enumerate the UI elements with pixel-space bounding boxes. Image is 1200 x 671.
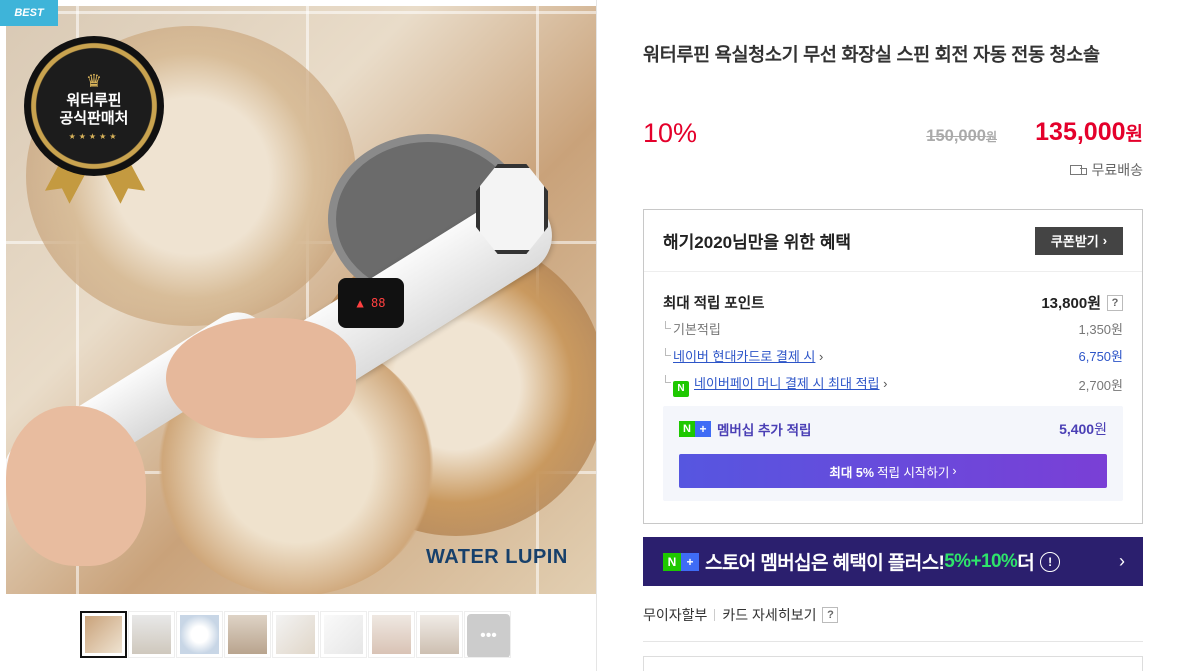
chevron-right-icon: ›: [883, 376, 888, 391]
membership-value: 5,400원: [1059, 419, 1107, 439]
naver-plus-icon: N +: [679, 421, 711, 437]
shipping-info: 무료배송: [1070, 160, 1143, 180]
points-row-label: 기본적립: [663, 319, 721, 338]
brand-watermark-text: WATER LUPIN: [426, 546, 568, 568]
divider: [714, 609, 716, 621]
naver-pay-icon: N: [673, 380, 689, 397]
chevron-right-icon: ›: [1102, 233, 1108, 248]
hand-image: [166, 318, 356, 438]
chevron-right-icon: ›: [1119, 551, 1125, 571]
card-link[interactable]: 네이버 현대카드로 결제 시: [673, 349, 815, 364]
help-icon[interactable]: ?: [1107, 294, 1123, 311]
installment-label: 무이자할부: [643, 607, 708, 623]
thumbnail[interactable]: [320, 611, 367, 658]
product-title: 워터루핀 욕실청소기 무선 화장실 스핀 회전 자동 전동 청소솔: [643, 44, 1100, 65]
divider: [643, 641, 1143, 642]
more-dots-icon: •••: [467, 613, 510, 657]
points-row-value: 1,350원: [1078, 322, 1124, 337]
points-row-value: 6,750원: [1078, 349, 1124, 364]
membership-value-number: 5,400: [1059, 421, 1095, 437]
shipping-label: 무료배송: [1091, 162, 1143, 178]
truck-icon: [1070, 164, 1088, 176]
badge-stars: ★★★★★: [68, 131, 120, 141]
max-points-value-wrap: 13,800원 ?: [1041, 292, 1123, 313]
discount-rate: 10%: [643, 118, 698, 148]
points-row-card: 네이버 현대카드로 결제 시 › 6,750원: [663, 346, 1123, 365]
chevron-right-icon: ›: [952, 464, 957, 478]
badge-seal: ♛ 워터루핀 공식판매처 ★★★★★: [24, 36, 164, 176]
max-points-label: 최대 적립 포인트: [663, 296, 765, 312]
points-row-npay: N 네이버페이 머니 결제 시 최대 적립 › 2,700원: [663, 373, 1123, 397]
thumbnail-more[interactable]: •••: [464, 611, 511, 658]
npay-link[interactable]: 네이버페이 머니 결제 시 최대 적립: [694, 376, 880, 391]
points-row-card-label[interactable]: 네이버 현대카드로 결제 시 ›: [663, 346, 823, 365]
plus-banner-highlight: 5%+10%: [944, 550, 1018, 572]
benefit-title: 해기2020님만을 위한 혜택: [663, 233, 852, 252]
crown-icon: ♛: [85, 70, 103, 91]
coupon-button-label: 쿠폰받기: [1050, 234, 1099, 249]
benefit-header: 해기2020님만을 위한 혜택 쿠폰받기 ›: [644, 210, 1142, 272]
points-row-basic: 기본적립 1,350원: [663, 319, 1123, 338]
main-product-image[interactable]: ▲ 88 ♛ 워터루핀 공식판매처 ★★★★★ WATER LUPIN: [6, 6, 596, 594]
membership-start-button[interactable]: 최대 5% 적립 시작하기 ›: [679, 454, 1107, 488]
card-detail-link[interactable]: 카드 자세히보기: [722, 605, 816, 625]
sale-price-value: 135,000: [1035, 118, 1126, 146]
thumbnail[interactable]: [176, 611, 223, 658]
hand-image: [6, 406, 146, 566]
info-icon[interactable]: !: [1040, 551, 1061, 572]
thumbnail[interactable]: [224, 611, 271, 658]
benefit-box: 해기2020님만을 위한 혜택 쿠폰받기 › 최대 적립 포인트 13,800원…: [643, 209, 1143, 524]
installment-row: 무이자할부 카드 자세히보기 ?: [643, 605, 839, 625]
original-price-unit: 원: [985, 130, 997, 144]
next-section-box: [643, 656, 1143, 671]
max-points-row: 최대 적립 포인트 13,800원 ?: [663, 292, 1123, 313]
coupon-button[interactable]: 쿠폰받기 ›: [1035, 226, 1123, 255]
plus-banner-text: 스토어 멤버십은 혜택이 플러스!: [705, 553, 945, 574]
brand-watermark: WATER LUPIN: [426, 546, 568, 569]
membership-value-unit: 원: [1094, 421, 1107, 437]
membership-plus-banner[interactable]: N + 스토어 멤버십은 혜택이 플러스! 5%+10% 더 ! ›: [643, 537, 1143, 586]
badge-text-line2: 공식판매처: [59, 109, 129, 127]
sale-price-unit: 원: [1125, 124, 1143, 145]
thumbnail[interactable]: [416, 611, 463, 658]
thumbnail[interactable]: [128, 611, 175, 658]
brush-display: ▲ 88: [338, 278, 404, 328]
original-price-value: 150,000: [926, 127, 986, 145]
thumbnail[interactable]: [368, 611, 415, 658]
points-row-value: 2,700원: [1078, 378, 1124, 394]
membership-label-wrap: N + 멤버십 추가 적립: [679, 419, 811, 439]
max-points-value: 13,800원: [1041, 295, 1101, 312]
points-row-npay-label[interactable]: N 네이버페이 머니 결제 시 최대 적립 ›: [663, 373, 887, 397]
membership-row: N + 멤버십 추가 적립 5,400원: [679, 419, 1107, 439]
help-icon[interactable]: ?: [822, 607, 839, 623]
plus-banner-text-end: 더: [1017, 553, 1035, 574]
badge-text-line1: 워터루핀: [66, 91, 122, 109]
thumbnail[interactable]: [80, 611, 127, 658]
membership-box: N + 멤버십 추가 적립 5,400원 최대 5% 적립 시작하기 ›: [663, 406, 1123, 501]
original-price: 150,000원: [926, 127, 997, 146]
thumbnail[interactable]: [272, 611, 319, 658]
naver-plus-icon: N +: [663, 552, 699, 571]
thumbnail-strip: •••: [80, 611, 511, 658]
sale-price: 135,000원: [1035, 118, 1143, 147]
membership-button-label: 적립 시작하기: [876, 465, 950, 480]
chevron-right-icon: ›: [819, 349, 824, 364]
membership-label: 멤버십 추가 적립: [717, 423, 812, 438]
membership-button-bold: 최대 5%: [829, 465, 874, 480]
product-image-panel: BEST ▲ 88 ♛ 워터루핀 공식판매처 ★★★★★ WATER LUPIN: [0, 0, 597, 671]
official-seller-badge: ♛ 워터루핀 공식판매처 ★★★★★: [24, 36, 164, 196]
best-tag: BEST: [0, 0, 58, 26]
